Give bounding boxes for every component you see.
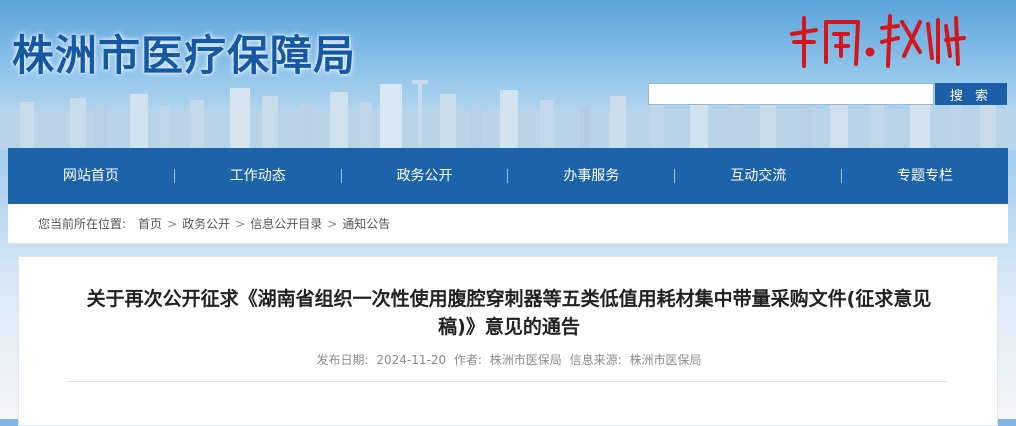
author-label: 作者: — [453, 353, 482, 367]
nav-item-special-topics[interactable]: 专题专栏 — [842, 148, 1008, 204]
main-nav: 网站首页 工作动态 政务公开 办事服务 互动交流 专题专栏 — [8, 148, 1008, 204]
breadcrumb-separator: > — [235, 216, 246, 231]
author: 株洲市医保局 — [489, 353, 562, 367]
nav-item-gov-affairs[interactable]: 政务公开 — [342, 148, 508, 204]
nav-item-interaction[interactable]: 互动交流 — [675, 148, 841, 204]
nav-item-home[interactable]: 网站首页 — [8, 148, 174, 204]
publish-date-label: 发布日期: — [316, 353, 369, 367]
breadcrumb: 您当前所在位置: 首页 > 政务公开 > 信息公开目录 > 通知公告 — [8, 204, 1008, 244]
breadcrumb-home-link[interactable]: 首页 — [138, 215, 162, 232]
breadcrumb-separator: > — [327, 216, 338, 231]
search-input[interactable] — [648, 83, 934, 105]
article-panel: 关于再次公开征求《湖南省组织一次性使用腹腔穿刺器等五类低值用耗材集中带量采购文件… — [18, 256, 998, 426]
breadcrumb-separator: > — [167, 216, 178, 231]
breadcrumb-gov-affairs-link[interactable]: 政务公开 — [182, 215, 230, 232]
article-title: 关于再次公开征求《湖南省组织一次性使用腹腔穿刺器等五类低值用耗材集中带量采购文件… — [86, 288, 932, 338]
breadcrumb-info-catalog-link[interactable]: 信息公开目录 — [250, 215, 322, 232]
publish-date: 2024-11-20 — [376, 353, 447, 367]
header-banner: 株洲市医疗保障局 搜 索 — [0, 0, 1016, 150]
breadcrumb-notices-link[interactable]: 通知公告 — [342, 215, 390, 232]
zhongguo-zhuzhou-calligraphy-logo — [790, 14, 966, 68]
site-title: 株洲市医疗保障局 — [12, 31, 357, 80]
nav-item-work-news[interactable]: 工作动态 — [175, 148, 341, 204]
nav-item-services[interactable]: 办事服务 — [508, 148, 674, 204]
source-label: 信息来源: — [569, 353, 622, 367]
search-button[interactable]: 搜 索 — [935, 83, 1007, 105]
breadcrumb-prefix: 您当前所在位置: — [38, 217, 127, 231]
source: 株洲市医保局 — [629, 353, 702, 367]
meta-divider — [67, 381, 947, 382]
article-meta: 发布日期: 2024-11-20 作者: 株洲市医保局 信息来源: 株洲市医保局 — [19, 351, 999, 368]
